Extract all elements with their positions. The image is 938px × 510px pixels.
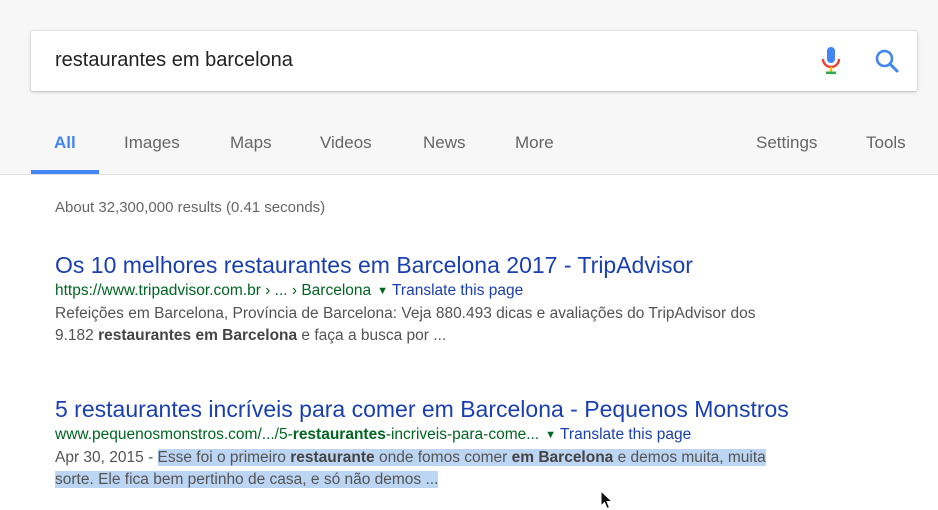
active-tab-indicator	[31, 170, 99, 174]
snippet-text: e faça a busca por ...	[297, 327, 447, 344]
tab-maps[interactable]: Maps	[230, 133, 272, 153]
snippet-text: e demos muita, muita	[613, 449, 766, 466]
result-title-link[interactable]: 5 restaurantes incríveis para comer em B…	[55, 395, 925, 423]
mouse-cursor-icon	[600, 490, 614, 510]
result-url[interactable]: www.pequenosmonstros.com/.../5-restauran…	[55, 426, 539, 443]
snippet-line: Apr 30, 2015 - Esse foi o primeiro resta…	[55, 447, 925, 469]
snippet-line: sorte. Ele fica bem pertinho de casa, e …	[55, 469, 925, 491]
search-input[interactable]: restaurantes em barcelona	[55, 49, 293, 72]
snippet-line: 9.182 restaurantes em Barcelona e faça a…	[55, 325, 925, 347]
tab-news[interactable]: News	[423, 133, 466, 153]
search-tabs: All Images Maps Videos News More Setting…	[0, 124, 938, 174]
result-url[interactable]: https://www.tripadvisor.com.br › ... › B…	[55, 282, 371, 299]
mic-icon[interactable]	[818, 46, 844, 76]
snippet-keyword: restaurantes em Barcelona	[98, 327, 298, 344]
snippet-line: Refeições em Barcelona, Província de Bar…	[55, 305, 756, 322]
snippet-text: Esse foi o primeiro	[157, 449, 291, 466]
url-keyword: restaurantes	[292, 426, 386, 443]
tab-tools[interactable]: Tools	[866, 133, 906, 153]
selected-text: sorte. Ele fica bem pertinho de casa, e …	[55, 471, 439, 488]
tab-videos[interactable]: Videos	[320, 133, 372, 153]
translate-link[interactable]: Translate this page	[392, 282, 523, 299]
tab-all[interactable]: All	[54, 133, 76, 153]
result-stats: About 32,300,000 results (0.41 seconds)	[55, 199, 326, 216]
search-icon[interactable]	[873, 47, 901, 75]
tab-settings[interactable]: Settings	[756, 133, 817, 153]
dropdown-caret-icon[interactable]: ▼	[377, 285, 388, 297]
snippet-text: onde fomos comer	[374, 449, 512, 466]
url-text: -incriveis-para-come...	[385, 426, 540, 443]
search-box[interactable]: restaurantes em barcelona	[31, 31, 917, 91]
tab-images[interactable]: Images	[124, 133, 180, 153]
translate-link[interactable]: Translate this page	[560, 426, 691, 443]
result-url-line: https://www.tripadvisor.com.br › ... › B…	[55, 280, 925, 303]
snippet-date: Apr 30, 2015 -	[55, 449, 158, 466]
search-result: 5 restaurantes incríveis para comer em B…	[55, 395, 925, 491]
snippet-text: 9.182	[55, 327, 99, 344]
snippet-keyword: em Barcelona	[511, 449, 614, 466]
result-url-line: www.pequenosmonstros.com/.../5-restauran…	[55, 424, 925, 447]
url-text: www.pequenosmonstros.com/.../5-	[55, 426, 293, 443]
tab-more[interactable]: More	[515, 133, 554, 153]
dropdown-caret-icon[interactable]: ▼	[545, 429, 556, 441]
result-snippet: Refeições em Barcelona, Província de Bar…	[55, 303, 925, 347]
search-result: Os 10 melhores restaurantes em Barcelona…	[55, 251, 925, 347]
snippet-keyword: restaurante	[290, 449, 375, 466]
result-snippet: Apr 30, 2015 - Esse foi o primeiro resta…	[55, 447, 925, 491]
selected-text: Esse foi o primeiro restaurante onde fom…	[157, 449, 766, 466]
result-title-link[interactable]: Os 10 melhores restaurantes em Barcelona…	[55, 251, 925, 279]
